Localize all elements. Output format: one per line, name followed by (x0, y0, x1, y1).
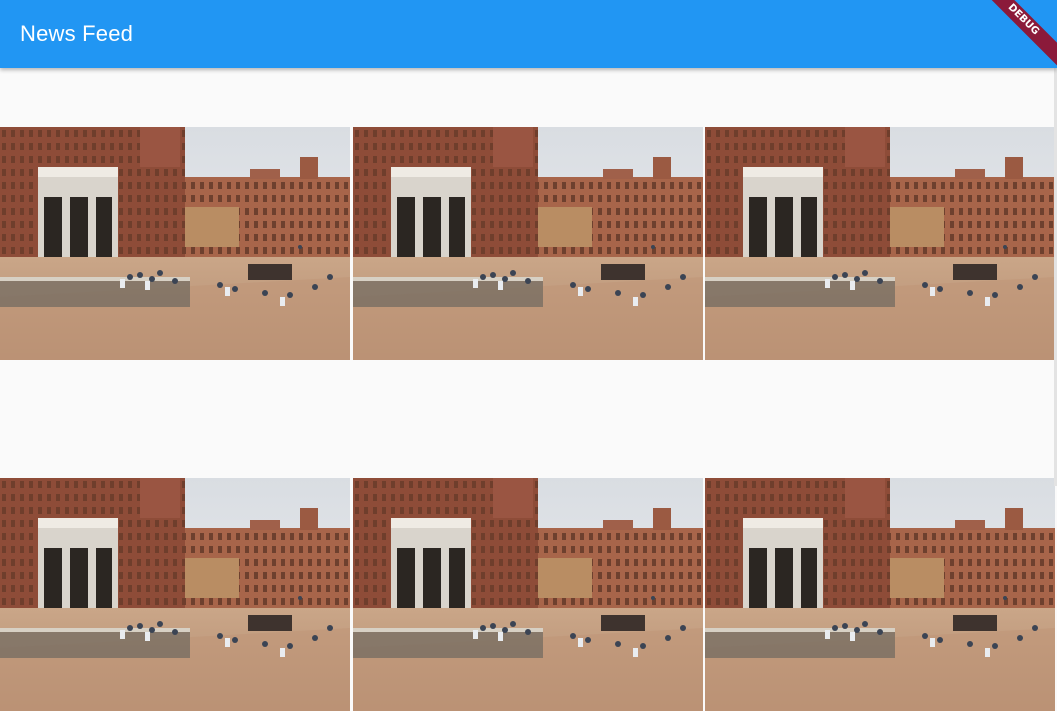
feed-image[interactable] (353, 127, 703, 360)
feed-image[interactable] (705, 478, 1055, 711)
feed-image[interactable] (0, 478, 350, 711)
app-bar: News Feed (0, 0, 1057, 68)
feed-image[interactable] (353, 478, 703, 711)
feed-row (0, 478, 1057, 711)
feed-row (0, 127, 1057, 360)
feed-image[interactable] (705, 127, 1055, 360)
feed-image[interactable] (0, 127, 350, 360)
app-bar-title: News Feed (20, 21, 134, 46)
